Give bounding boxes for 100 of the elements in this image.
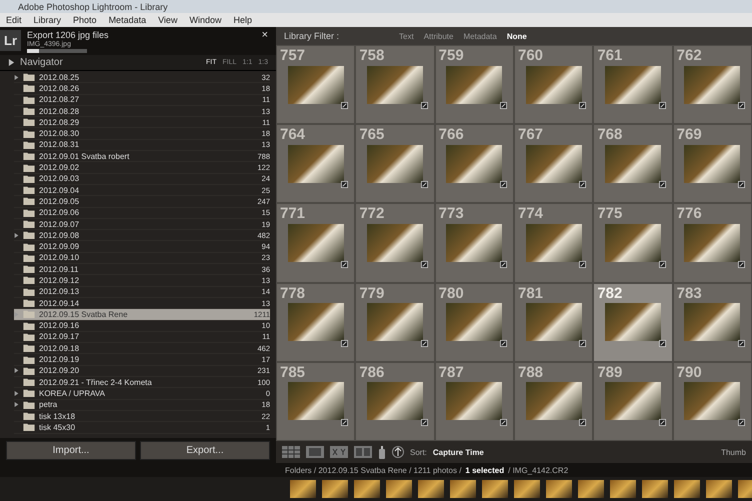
- breadcrumb-path: Folders / 2012.09.15 Svatba Rene / 1211 photos /: [285, 466, 462, 474]
- cell-number: 758: [359, 47, 384, 64]
- folder-name: 2012.09.20: [39, 366, 80, 376]
- menu-item[interactable]: Edit: [6, 15, 22, 25]
- folder-icon: [23, 366, 35, 375]
- spray-can-icon[interactable]: [378, 445, 386, 459]
- filter-tab[interactable]: Text: [399, 32, 414, 40]
- sort-direction-icon[interactable]: [392, 445, 404, 459]
- photo-placeholder[interactable]: [322, 480, 348, 498]
- folder-name: tisk 13x18: [39, 412, 76, 421]
- folder-icon: [23, 276, 35, 284]
- filter-tab[interactable]: None: [506, 32, 527, 40]
- cell-number: 776: [676, 205, 702, 222]
- folder-name: 2012.08.30: [39, 129, 80, 138]
- photo-placeholder[interactable]: [514, 480, 540, 498]
- sort-dropdown[interactable]: Capture Time: [432, 448, 484, 456]
- photo-placeholder: [604, 303, 661, 342]
- photo-placeholder[interactable]: [642, 480, 668, 498]
- photo-placeholder: [604, 144, 661, 183]
- menu-item[interactable]: Metadata: [108, 15, 146, 25]
- photo-placeholder: [366, 224, 423, 262]
- edit-badge-icon: [341, 181, 348, 188]
- folder-name: KOREA / UPRAVA: [39, 388, 106, 398]
- photo-placeholder: [526, 224, 582, 262]
- close-button[interactable]: ×: [262, 30, 268, 41]
- menu-item[interactable]: Library: [34, 15, 62, 25]
- edit-badge-icon: [500, 418, 507, 426]
- photo-placeholder[interactable]: [386, 480, 412, 498]
- folder-icon: [23, 96, 35, 104]
- compare-view-icon[interactable]: [330, 446, 348, 458]
- photo-placeholder[interactable]: [578, 480, 604, 498]
- photo-placeholder[interactable]: [546, 480, 572, 498]
- menu-item[interactable]: Help: [233, 15, 252, 25]
- photo-placeholder: [604, 224, 661, 262]
- photo-placeholder[interactable]: [290, 480, 316, 498]
- folder-name: 2012.09.01 Svatba robert: [39, 152, 130, 161]
- folder-icon: [23, 208, 35, 217]
- folder-name: 2012.08.28: [39, 106, 80, 116]
- edit-badge-icon: [420, 340, 428, 347]
- loupe-view-icon[interactable]: [306, 446, 324, 458]
- survey-view-icon[interactable]: [354, 446, 372, 458]
- edit-badge-icon: [579, 102, 586, 110]
- photo-placeholder: [526, 303, 582, 342]
- cell-number: 769: [676, 126, 702, 144]
- photo-placeholder: [446, 66, 502, 104]
- folder-name: petra: [39, 400, 58, 410]
- edit-badge-icon: [500, 102, 507, 110]
- photo-placeholder[interactable]: [674, 480, 700, 498]
- panel-button[interactable]: Import...: [6, 441, 136, 460]
- edit-badge-icon: [420, 260, 428, 268]
- cell-number: 762: [676, 47, 702, 64]
- menu-item[interactable]: Window: [189, 15, 222, 25]
- folder-name: 2012.09.15 Svatba Rene: [39, 310, 129, 319]
- folder-name: 2012.09.14: [39, 298, 80, 308]
- photo-placeholder[interactable]: [450, 480, 476, 498]
- folder-icon: [23, 378, 35, 386]
- photo-placeholder[interactable]: [482, 480, 508, 498]
- folder-icon: [23, 288, 35, 296]
- edit-badge-icon: [738, 181, 745, 188]
- folder-icon: [23, 118, 35, 126]
- menu-item[interactable]: View: [158, 15, 178, 25]
- cell-number: 767: [518, 126, 544, 144]
- filter-tab[interactable]: Metadata: [463, 32, 497, 40]
- menu-item[interactable]: Photo: [73, 15, 97, 25]
- grid-view-icon[interactable]: [282, 446, 300, 458]
- edit-badge-icon: [738, 418, 745, 426]
- photo-placeholder: [604, 382, 661, 420]
- folder-icon: [23, 84, 35, 92]
- photo-placeholder: [446, 303, 502, 342]
- photo-placeholder[interactable]: [354, 480, 380, 498]
- photo-placeholder[interactable]: [418, 480, 444, 498]
- cell-number: 786: [359, 364, 384, 381]
- folder-name: 2012.09.16: [39, 321, 80, 330]
- folder-name: 2012.08.29: [39, 118, 80, 127]
- edit-badge-icon: [738, 260, 745, 268]
- folder-name: 2012.08.31: [39, 140, 80, 150]
- cell-number: 781: [518, 284, 544, 302]
- cell-number: 779: [359, 284, 384, 302]
- filter-tab[interactable]: Attribute: [424, 32, 454, 40]
- cell-number: 775: [597, 205, 622, 222]
- cell-number: 766: [438, 126, 464, 144]
- folder-name: 2012.09.11: [39, 264, 80, 274]
- panel-button[interactable]: Export...: [140, 441, 270, 460]
- folder-icon: [23, 107, 35, 116]
- folder-name: 2012.09.08: [39, 230, 80, 240]
- folder-icon: [23, 389, 35, 398]
- edit-badge-icon: [420, 418, 428, 426]
- folder-name: 2012.09.17: [39, 332, 80, 342]
- photo-placeholder[interactable]: [610, 480, 636, 498]
- cell-number: 760: [518, 47, 544, 64]
- folder-icon: [23, 332, 35, 341]
- edit-badge-icon: [420, 181, 428, 188]
- folder-icon: [23, 412, 35, 420]
- edit-badge-icon: [579, 260, 586, 268]
- photo-placeholder: [446, 224, 502, 262]
- folder-name: 2012.09.05: [39, 196, 80, 206]
- folder-icon: [23, 400, 35, 409]
- photo-placeholder[interactable]: [706, 480, 732, 498]
- photo-placeholder: [684, 66, 740, 104]
- photo-placeholder: [684, 303, 740, 342]
